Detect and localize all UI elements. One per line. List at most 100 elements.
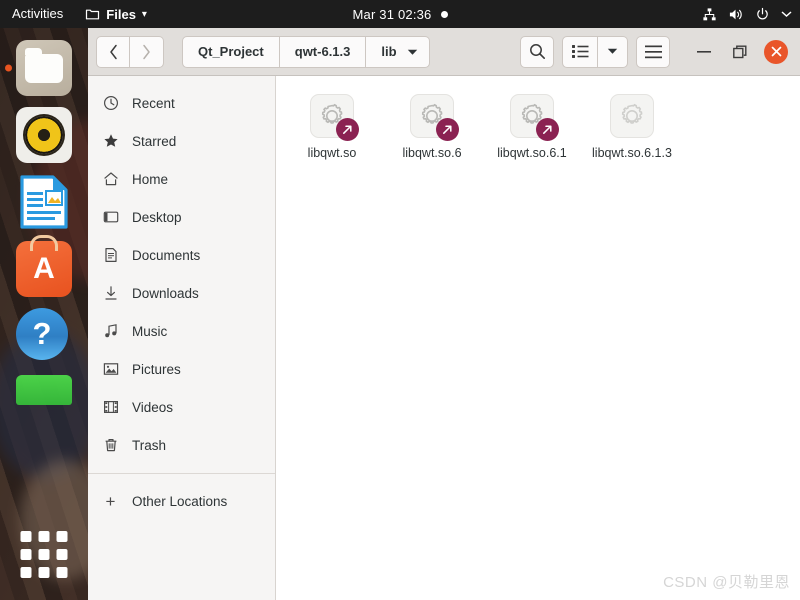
sidebar-item-trash[interactable]: Trash bbox=[88, 426, 275, 464]
clock-icon bbox=[102, 95, 119, 112]
music-icon bbox=[102, 323, 119, 340]
sidebar-item-label: Starred bbox=[132, 133, 177, 149]
libreoffice-writer-app-icon bbox=[16, 174, 72, 230]
sidebar-item-music[interactable]: Music bbox=[88, 312, 275, 350]
sidebar-item-label: Downloads bbox=[132, 285, 199, 301]
dock-item-help[interactable]: ? bbox=[16, 308, 72, 364]
chevron-left-icon bbox=[109, 44, 117, 59]
sidebar-item-label: Pictures bbox=[132, 361, 181, 377]
show-applications-button[interactable] bbox=[20, 531, 68, 578]
dock-item-libreoffice-writer[interactable] bbox=[16, 174, 72, 230]
dock-item-files[interactable] bbox=[5, 40, 72, 96]
close-button[interactable] bbox=[764, 39, 788, 64]
sidebar-item-label: Desktop bbox=[132, 209, 182, 225]
sidebar-item-label: Recent bbox=[132, 95, 175, 111]
file-item[interactable]: libqwt.so bbox=[282, 86, 382, 169]
breadcrumb-item-qt-project[interactable]: Qt_Project bbox=[182, 35, 280, 68]
navigation-buttons bbox=[96, 35, 164, 68]
window-controls bbox=[692, 39, 792, 64]
video-icon bbox=[102, 399, 119, 416]
volume-icon[interactable] bbox=[728, 7, 744, 22]
sidebar-item-label: Documents bbox=[132, 247, 201, 263]
symlink-badge-icon bbox=[436, 118, 459, 141]
breadcrumb-current-label: lib bbox=[381, 44, 397, 59]
search-icon bbox=[529, 44, 545, 59]
maximize-button[interactable] bbox=[728, 40, 752, 64]
sidebar-item-label: Trash bbox=[132, 437, 167, 453]
dock-item-app[interactable] bbox=[16, 375, 72, 405]
view-options-dropdown[interactable] bbox=[598, 35, 628, 68]
desktop-screen: Activities Files ▾ Mar 31 02:36 A ? Qt_P… bbox=[0, 0, 800, 600]
software-icon-letter: A bbox=[33, 252, 55, 285]
plus-icon: + bbox=[105, 491, 116, 511]
sidebar-divider bbox=[88, 473, 275, 474]
view-list-button[interactable] bbox=[562, 35, 598, 68]
hamburger-menu-icon bbox=[644, 45, 662, 58]
gnome-top-bar: Activities Files ▾ Mar 31 02:36 bbox=[0, 0, 800, 28]
star-icon bbox=[102, 133, 119, 150]
symlink-badge-icon bbox=[336, 118, 359, 141]
folder-icon bbox=[85, 7, 100, 22]
symlink-badge-icon bbox=[536, 118, 559, 141]
maximize-icon bbox=[733, 45, 747, 58]
minimize-button[interactable] bbox=[692, 40, 716, 64]
download-icon bbox=[102, 285, 119, 302]
sidebar-item-desktop[interactable]: Desktop bbox=[88, 198, 275, 236]
close-icon bbox=[771, 46, 781, 57]
chevron-down-icon: ▾ bbox=[141, 8, 147, 20]
sidebar-item-downloads[interactable]: Downloads bbox=[88, 274, 275, 312]
sidebar-item-label: Other Locations bbox=[132, 493, 228, 509]
dock-item-rhythmbox[interactable] bbox=[16, 107, 72, 163]
desktop-icon bbox=[102, 209, 119, 226]
file-name-label: libqwt.so.6.1 bbox=[497, 146, 567, 160]
chevron-right-icon bbox=[143, 44, 150, 59]
sidebar-item-other-locations[interactable]: + Other Locations bbox=[88, 482, 275, 520]
sidebar-item-pictures[interactable]: Pictures bbox=[88, 350, 275, 388]
chevron-down-icon[interactable] bbox=[781, 10, 792, 18]
gear-icon bbox=[610, 94, 654, 138]
main-menu-button[interactable] bbox=[636, 35, 670, 68]
running-indicator-dot bbox=[5, 64, 12, 72]
rhythmbox-app-icon bbox=[16, 107, 72, 163]
minimize-icon bbox=[697, 51, 711, 53]
back-button[interactable] bbox=[96, 35, 130, 68]
sidebar-item-label: Music bbox=[132, 323, 168, 339]
ubuntu-dock: A ? bbox=[0, 28, 88, 600]
files-window: Qt_Project qwt-6.1.3 lib Recent Starred … bbox=[88, 28, 800, 600]
file-list-view[interactable]: libqwt.so libqwt.so.6 libqwt.so.6.1 libq… bbox=[276, 76, 800, 600]
sidebar-item-starred[interactable]: Starred bbox=[88, 122, 275, 160]
help-app-icon: ? bbox=[16, 308, 68, 360]
notification-dot-icon bbox=[440, 10, 448, 18]
file-name-label: libqwt.so.6.1.3 bbox=[592, 146, 672, 160]
file-item[interactable]: libqwt.so.6.1 bbox=[482, 86, 582, 169]
forward-button[interactable] bbox=[130, 35, 164, 68]
chevron-down-icon bbox=[607, 48, 618, 54]
clock-label: Mar 31 02:36 bbox=[352, 6, 432, 22]
file-name-label: libqwt.so.6 bbox=[402, 146, 462, 160]
file-item[interactable]: libqwt.so.6 bbox=[382, 86, 482, 169]
breadcrumb: Qt_Project qwt-6.1.3 lib bbox=[182, 35, 430, 68]
file-item[interactable]: libqwt.so.6.1.3 bbox=[582, 86, 682, 169]
trash-icon bbox=[102, 437, 119, 454]
file-name-label: libqwt.so bbox=[307, 146, 357, 160]
picture-icon bbox=[102, 361, 119, 378]
power-icon[interactable] bbox=[755, 7, 770, 22]
sidebar-item-recent[interactable]: Recent bbox=[88, 84, 275, 122]
sidebar-item-videos[interactable]: Videos bbox=[88, 388, 275, 426]
green-app-icon bbox=[16, 375, 72, 405]
files-app-icon bbox=[16, 40, 72, 96]
search-button[interactable] bbox=[520, 35, 554, 68]
watermark-label: CSDN @贝勒里恩 bbox=[663, 574, 790, 591]
breadcrumb-item-lib[interactable]: lib bbox=[366, 35, 430, 68]
breadcrumb-item-qwt[interactable]: qwt-6.1.3 bbox=[279, 35, 367, 68]
dock-item-ubuntu-software[interactable]: A bbox=[16, 241, 72, 297]
app-menu-button[interactable]: Files ▾ bbox=[77, 7, 155, 22]
sidebar-item-home[interactable]: Home bbox=[88, 160, 275, 198]
system-tray[interactable] bbox=[702, 0, 792, 28]
files-header-bar: Qt_Project qwt-6.1.3 lib bbox=[88, 28, 800, 76]
network-icon[interactable] bbox=[702, 7, 717, 22]
activities-button[interactable]: Activities bbox=[0, 0, 77, 28]
sidebar-item-documents[interactable]: Documents bbox=[88, 236, 275, 274]
file-grid: libqwt.so libqwt.so.6 libqwt.so.6.1 libq… bbox=[282, 86, 794, 169]
view-mode-group bbox=[562, 35, 628, 68]
